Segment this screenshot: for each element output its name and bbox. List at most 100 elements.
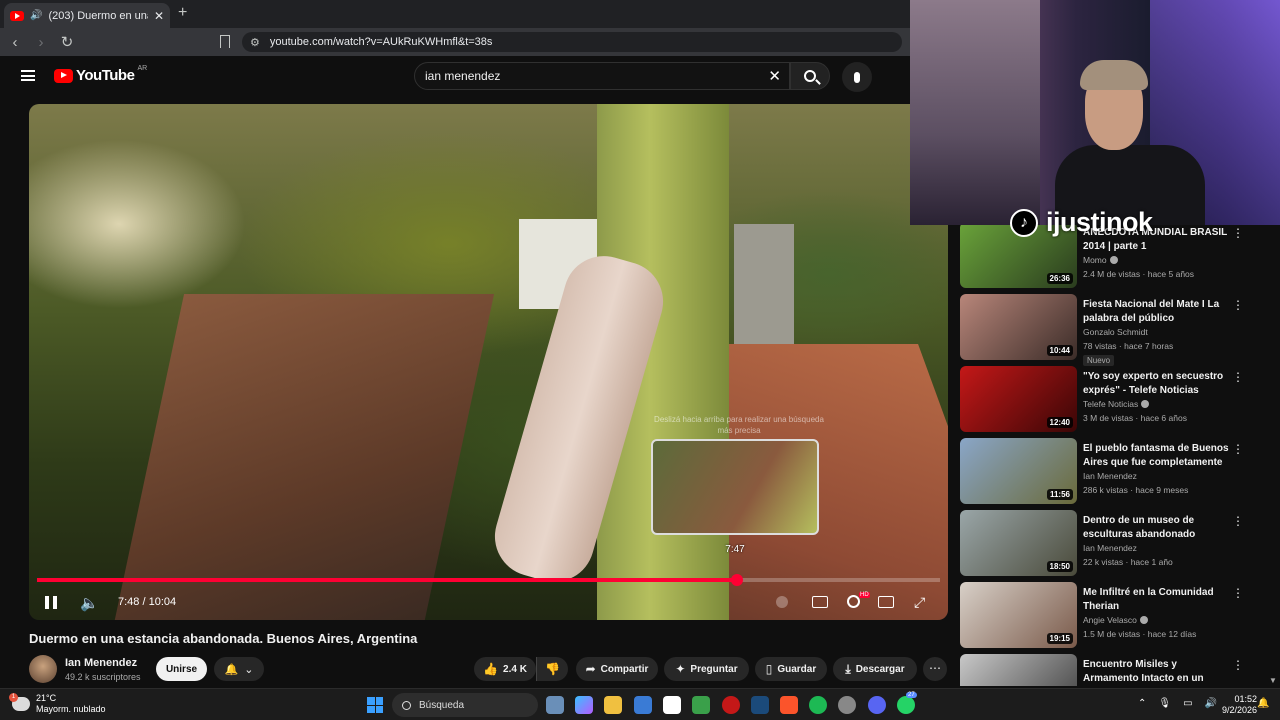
recommendation-thumbnail[interactable]: 11:56 (960, 438, 1077, 504)
recommendation-title[interactable]: Fiesta Nacional del Mate I La palabra de… (1083, 298, 1233, 326)
recommendation-item[interactable]: 12:40 "Yo soy experto en secuestro exprés… (960, 366, 1270, 432)
more-options-icon[interactable]: ⋮ (1232, 226, 1244, 240)
discord-app-icon[interactable] (868, 696, 886, 714)
search-query: ian menendez (425, 69, 501, 83)
autoplay-toggle[interactable] (776, 596, 788, 608)
recommendation-thumbnail[interactable] (960, 654, 1077, 686)
scroll-down-icon[interactable]: ▼ (1269, 676, 1277, 685)
recommendation-thumbnail[interactable]: 12:40 (960, 366, 1077, 432)
more-options-icon[interactable]: ⋮ (1232, 370, 1244, 384)
search-input[interactable]: ian menendez ✕ (414, 62, 790, 90)
reload-icon[interactable]: ↻ (56, 33, 78, 51)
progress-bar[interactable] (37, 574, 940, 586)
tray-volume-icon[interactable]: 🔊 (1205, 698, 1217, 709)
recommendation-item[interactable]: 10:44 Fiesta Nacional del Mate I La palab… (960, 294, 1270, 366)
join-button[interactable]: Unirse (156, 657, 207, 681)
channel-name[interactable]: Ian Menendez (65, 657, 137, 669)
whatsapp-app-icon[interactable] (897, 696, 915, 714)
search-button[interactable] (790, 62, 830, 90)
back-arrow-icon[interactable]: ‹ (4, 34, 26, 51)
more-options-icon[interactable]: ⋮ (1232, 298, 1244, 312)
verified-check-icon (1139, 616, 1148, 624)
dislike-button[interactable]: 👎 (536, 657, 568, 681)
notification-bell-icon[interactable]: 🔔 (1257, 698, 1269, 709)
site-info-icon[interactable]: ⚙ (250, 36, 260, 49)
pause-button[interactable] (45, 596, 57, 609)
recommendation-channel-name: Momo (1083, 255, 1107, 265)
recommendation-channel-name: Telefe Noticias (1083, 399, 1139, 409)
microphone-icon (854, 71, 860, 83)
time-display: 7:48 / 10:04 (118, 596, 177, 608)
seek-hint-caption: Deslizá hacia arriba para realizar una b… (654, 415, 824, 435)
more-options-icon[interactable]: ⋮ (1232, 586, 1244, 600)
recommendation-item[interactable]: 18:50 Dentro de un museo de esculturas ab… (960, 510, 1270, 576)
voice-search-button[interactable] (842, 62, 872, 92)
browser-tab[interactable]: 🔊 (203) Duermo en una estancia ab ✕ (4, 3, 170, 28)
recommendation-item[interactable]: Encuentro Misiles y Armamento Intacto en… (960, 654, 1270, 686)
recommendation-title[interactable]: Encuentro Misiles y Armamento Intacto en… (1083, 658, 1233, 686)
video-title: Duermo en una estancia abandonada. Bueno… (29, 631, 418, 646)
recommendation-item[interactable]: 11:56 El pueblo fantasma de Buenos Aires … (960, 438, 1270, 504)
youtube-logo[interactable]: YouTube AR (54, 65, 147, 84)
more-options-icon[interactable]: ⋮ (1232, 514, 1244, 528)
recommendation-channel[interactable]: Telefe Noticias (1083, 399, 1150, 409)
theater-mode-icon[interactable] (878, 596, 894, 608)
download-button[interactable]: ⤓ Descargar (833, 657, 917, 681)
mail-app-icon[interactable] (663, 696, 681, 714)
recommendation-channel[interactable]: Momo (1083, 255, 1118, 265)
recommendation-channel[interactable]: Ian Menendez (1083, 543, 1137, 553)
recommendation-title[interactable]: "Yo soy experto en secuestro exprés" - T… (1083, 370, 1233, 398)
bookmark-icon[interactable] (220, 35, 230, 48)
file-explorer-icon[interactable] (604, 696, 622, 714)
copilot-app-icon[interactable] (575, 696, 593, 714)
share-button[interactable]: ➦ Compartir (576, 657, 658, 681)
url-field[interactable]: ⚙ youtube.com/watch?v=AUkRuKWHmfl&t=38s (242, 32, 902, 52)
save-button[interactable]: ▯ Guardar (755, 657, 827, 681)
forward-arrow-icon[interactable]: › (30, 34, 52, 51)
recommendation-channel[interactable]: Angie Velasco (1083, 615, 1148, 625)
spotify-app-icon[interactable] (809, 696, 827, 714)
store-app-icon[interactable] (634, 696, 652, 714)
recommendation-title[interactable]: El pueblo fantasma de Buenos Aires que f… (1083, 442, 1233, 470)
tab-close-icon[interactable]: ✕ (154, 9, 164, 23)
taskbar-clock[interactable]: 01:52 9/2/2026 (1222, 694, 1257, 716)
subtitles-icon[interactable] (812, 596, 828, 608)
more-options-icon[interactable]: ⋮ (1232, 658, 1244, 672)
clear-search-icon[interactable]: ✕ (768, 67, 781, 85)
recommendation-title[interactable]: Me Infiltré en la Comunidad Therian (1083, 586, 1233, 614)
recommendation-thumbnail[interactable]: 18:50 (960, 510, 1077, 576)
fullscreen-icon[interactable]: ⤢ (914, 594, 925, 611)
app-icon[interactable] (838, 696, 856, 714)
progress-scrubber[interactable] (730, 574, 743, 586)
youtube-play-icon (54, 68, 73, 83)
photos-app-icon[interactable] (546, 696, 564, 714)
more-options-icon[interactable]: ⋮ (1232, 442, 1244, 456)
recommendation-channel[interactable]: Gonzalo Schmidt (1083, 327, 1148, 337)
capture-app-icon[interactable] (692, 696, 710, 714)
settings-gear-icon[interactable] (847, 595, 860, 608)
recorder-app-icon[interactable] (722, 696, 740, 714)
notifications-button[interactable]: 🔔 ⌄ (214, 657, 264, 681)
tray-network-icon[interactable]: ▭ (1183, 698, 1192, 709)
start-windows-icon[interactable] (367, 697, 383, 713)
weather-widget[interactable]: 1 21°C Mayorm. nublado (9, 693, 106, 715)
webcam-person (1055, 60, 1205, 225)
more-actions-button[interactable]: ⋯ (923, 657, 947, 681)
recommendation-thumbnail[interactable]: 10:44 (960, 294, 1077, 360)
tray-chevron-icon[interactable]: ⌃ (1138, 698, 1146, 709)
new-tab-button[interactable]: + (178, 4, 187, 22)
video-player[interactable]: Deslizá hacia arriba para realizar una b… (29, 104, 948, 620)
channel-avatar[interactable] (29, 655, 57, 683)
tray-mic-icon[interactable]: 🎙 (1158, 698, 1171, 709)
volume-icon[interactable]: 🔈 (80, 594, 99, 612)
brave-browser-icon[interactable] (780, 696, 798, 714)
like-button[interactable]: 👍 2.4 K (474, 657, 536, 681)
steam-app-icon[interactable] (751, 696, 769, 714)
taskbar-search[interactable]: Búsqueda (392, 693, 538, 717)
menu-icon[interactable] (21, 70, 35, 81)
recommendation-channel[interactable]: Ian Menendez (1083, 471, 1137, 481)
recommendation-title[interactable]: Dentro de un museo de esculturas abandon… (1083, 514, 1233, 542)
ask-button[interactable]: ✦ Preguntar (664, 657, 749, 681)
recommendation-item[interactable]: 19:15 Me Infiltré en la Comunidad Therian… (960, 582, 1270, 648)
recommendation-thumbnail[interactable]: 19:15 (960, 582, 1077, 648)
